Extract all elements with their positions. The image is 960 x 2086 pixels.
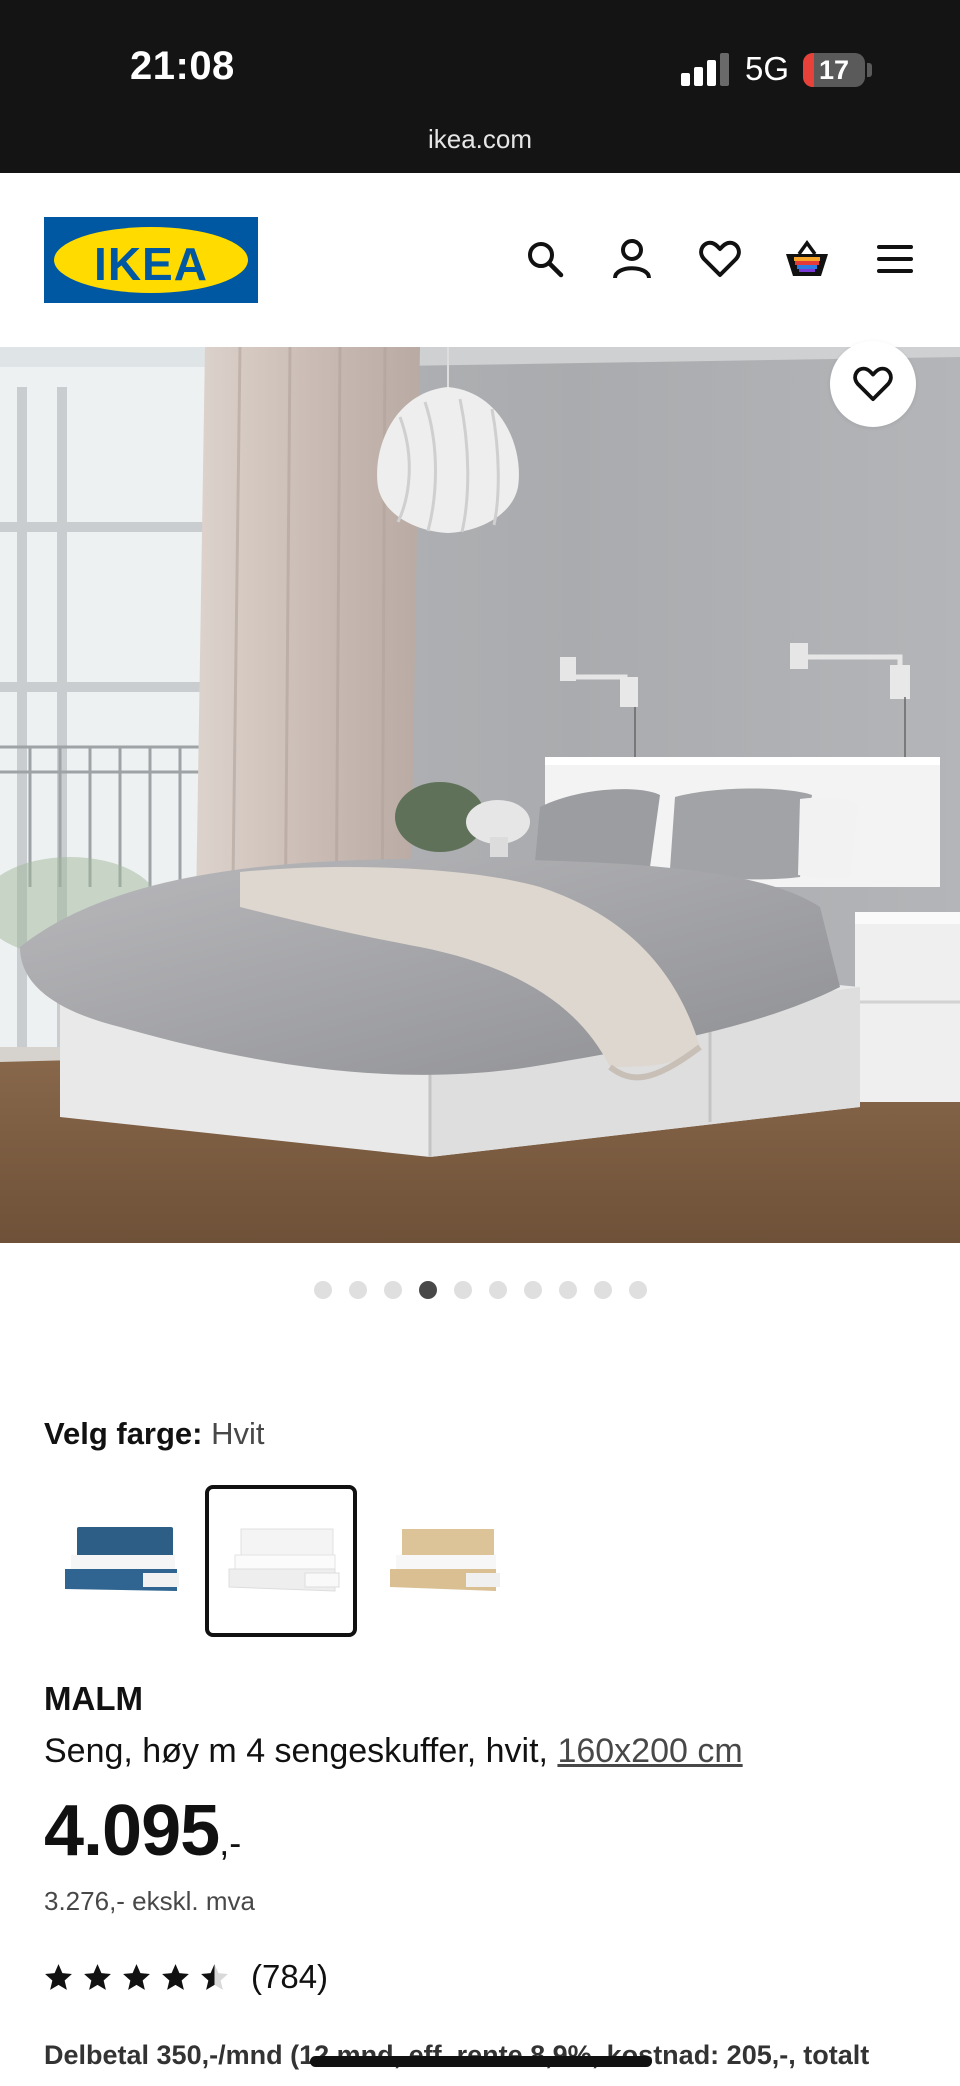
battery-level: 17 xyxy=(818,55,850,85)
address-bar-url[interactable]: ikea.com xyxy=(0,124,960,155)
star-icon xyxy=(162,1964,189,1990)
product-rating[interactable]: (784) xyxy=(44,1957,328,1997)
carousel-dot[interactable] xyxy=(384,1281,402,1299)
carousel-dot[interactable] xyxy=(594,1281,612,1299)
price-suffix: ,- xyxy=(219,1822,242,1863)
search-icon[interactable] xyxy=(521,235,569,283)
carousel-dot[interactable] xyxy=(419,1281,437,1299)
site-header: IKEA xyxy=(0,173,960,347)
network-type: 5G xyxy=(745,50,790,87)
clock: 21:08 xyxy=(130,44,235,88)
heart-icon xyxy=(853,366,893,402)
carousel-dot[interactable] xyxy=(454,1281,472,1299)
price-ex-vat: 3.276,- ekskl. mva xyxy=(44,1886,255,1916)
battery-icon: 17 xyxy=(803,53,865,87)
account-icon[interactable] xyxy=(608,235,656,283)
price-amount: 4.095 xyxy=(44,1791,220,1871)
signal-strength-icon xyxy=(681,52,729,86)
ikea-logo[interactable]: IKEA xyxy=(44,217,258,303)
carousel-dot[interactable] xyxy=(314,1281,332,1299)
product-size-link[interactable]: 160x200 cm xyxy=(557,1732,742,1770)
rating-stars xyxy=(44,1963,229,1991)
carousel-dot[interactable] xyxy=(524,1281,542,1299)
status-bar: 21:08 5G 17 ikea.com xyxy=(0,0,960,173)
add-to-favorites-button[interactable] xyxy=(830,341,916,427)
star-icon xyxy=(201,1964,228,1990)
product-name: MALM xyxy=(44,1680,143,1717)
menu-icon[interactable] xyxy=(871,235,919,283)
home-indicator xyxy=(310,2056,652,2067)
color-swatch-blue[interactable] xyxy=(47,1485,199,1637)
color-swatch-oak[interactable] xyxy=(366,1485,518,1637)
star-icon xyxy=(45,1964,72,1990)
star-icon xyxy=(123,1964,150,1990)
product-description-text: Seng, høy m 4 sengeskuffer, hvit, xyxy=(44,1732,548,1770)
review-count[interactable]: (784) xyxy=(251,1958,328,1996)
carousel-dot[interactable] xyxy=(349,1281,367,1299)
product-description: Seng, høy m 4 sengeskuffer, hvit, 160x20… xyxy=(44,1732,743,1771)
color-selector-label: Velg farge: Hvit xyxy=(44,1416,265,1452)
product-image[interactable] xyxy=(0,347,960,1243)
selected-color-value: Hvit xyxy=(211,1416,265,1451)
product-price: 4.095,- xyxy=(44,1790,241,1872)
image-carousel-dots xyxy=(314,1281,647,1301)
carousel-dot[interactable] xyxy=(629,1281,647,1299)
color-label-text: Velg farge: xyxy=(44,1416,203,1451)
battery-tip xyxy=(867,63,872,77)
color-swatch-white[interactable] xyxy=(205,1485,357,1637)
carousel-dot[interactable] xyxy=(489,1281,507,1299)
logo-text: IKEA xyxy=(94,238,208,290)
carousel-dot[interactable] xyxy=(559,1281,577,1299)
star-icon xyxy=(84,1964,111,1990)
cart-icon[interactable] xyxy=(783,235,831,283)
page: 21:08 5G 17 ikea.com IKEA Velg farge: Hv… xyxy=(0,0,960,2086)
favorites-icon[interactable] xyxy=(696,235,744,283)
